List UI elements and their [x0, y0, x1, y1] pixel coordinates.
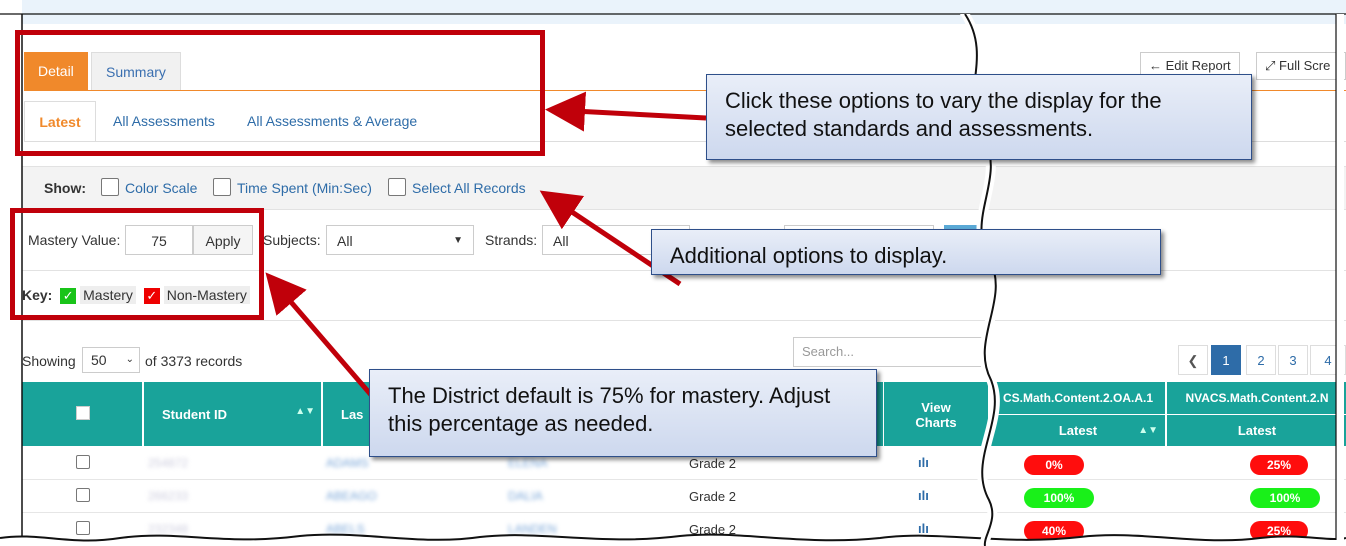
- callout-mastery-default: The District default is 75% for mastery.…: [369, 369, 877, 457]
- callout-display-options: Click these options to vary the display …: [706, 74, 1252, 160]
- callout-additional-options: Additional options to display.: [651, 229, 1161, 275]
